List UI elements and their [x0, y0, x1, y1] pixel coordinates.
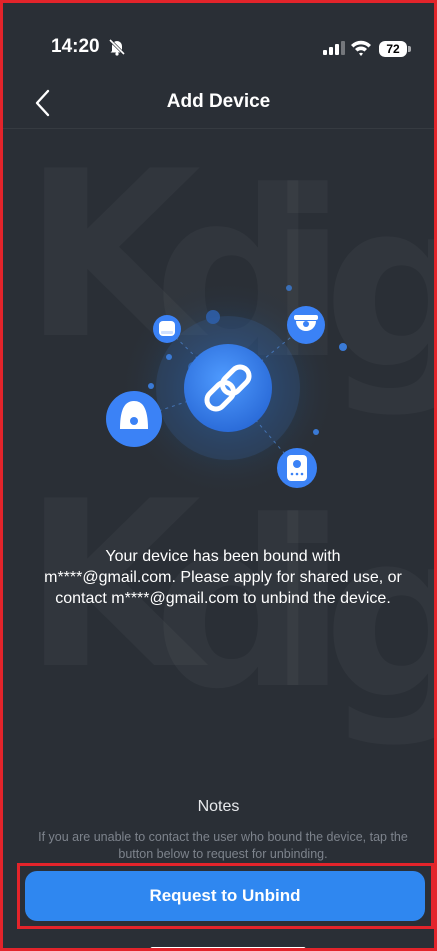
home-indicator[interactable] [150, 947, 306, 948]
sensor-icon [106, 391, 162, 447]
doorbell-icon [277, 448, 317, 488]
binding-description: Your device has been bound with m****@gm… [44, 548, 402, 607]
status-bar: 14:20 72 [3, 3, 434, 83]
notes-title: Notes [197, 798, 240, 815]
link-icon [184, 344, 272, 432]
status-time: 14:20 [51, 36, 100, 57]
app-screen: K d i g K d i g 14:20 72 Add Device [0, 0, 437, 951]
battery-indicator: 72 [379, 41, 407, 57]
signal-icon [323, 41, 345, 55]
nav-divider [3, 128, 434, 129]
watermark-g: g [323, 483, 434, 750]
page-title: Add Device [166, 91, 271, 112]
wifi-icon [351, 40, 371, 56]
device-link-illustration [106, 283, 347, 498]
battery-tip [408, 46, 411, 52]
request-unbind-button[interactable]: Request to Unbind [25, 871, 425, 921]
hub-icon [153, 315, 181, 343]
notes-text: If you are unable to contact the user wh… [38, 830, 408, 861]
bell-slash-icon [108, 38, 126, 56]
dome-camera-icon [287, 306, 325, 344]
